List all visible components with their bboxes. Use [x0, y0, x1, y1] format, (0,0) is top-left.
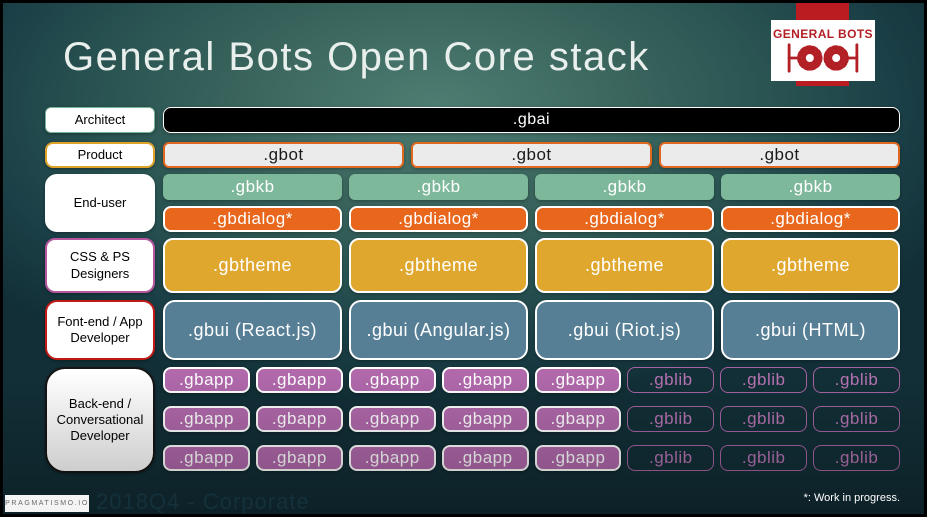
gbot-block: .gbot [411, 142, 652, 168]
gbdialog-row: .gbdialog* .gbdialog* .gbdialog* .gbdialog* [163, 206, 900, 232]
gbtheme-block: .gbtheme [721, 238, 900, 293]
logo-brand-text: GENERAL BOTS [773, 27, 873, 41]
gbapp-block: .gbapp [255, 445, 343, 471]
product-blocks: .gbot .gbot .gbot [163, 142, 900, 168]
row-architect: Architect .gbai [45, 107, 900, 133]
gblib-block: .gblib [813, 367, 900, 393]
gbui-block: .gbui (Angular.js) [349, 300, 528, 360]
gbapp-block: .gbapp [255, 367, 343, 393]
gbdialog-block: .gbdialog* [535, 206, 714, 232]
gbui-blocks: .gbui (React.js) .gbui (Angular.js) .gbui … [163, 300, 900, 360]
gbapp-block: .gbapp [255, 406, 343, 432]
row-label-designers: CSS & PS Designers [45, 238, 155, 293]
gears-icon [787, 43, 859, 73]
gbtheme-blocks: .gbtheme .gbtheme .gbtheme .gbtheme [163, 238, 900, 293]
gblib-block: .gblib [720, 406, 808, 432]
gbdialog-block: .gbdialog* [163, 206, 342, 232]
gbot-block: .gbot [659, 142, 900, 168]
gbkb-block: .gbkb [721, 174, 900, 200]
row-label-frontend: Font-end / App Developer [45, 300, 155, 360]
gblib-block: .gblib [627, 406, 715, 432]
gbui-block: .gbui (HTML) [721, 300, 900, 360]
gbtheme-block: .gbtheme [535, 238, 714, 293]
gbtheme-block: .gbtheme [349, 238, 528, 293]
gblib-block: .gblib [627, 367, 715, 393]
gbapp-block: .gbapp [534, 445, 622, 471]
gbkb-block: .gbkb [163, 174, 342, 200]
gbapp-block: .gbapp [534, 367, 622, 393]
gbapp-block: .gbapp [348, 406, 436, 432]
backend-blocks: .gbapp .gbapp .gbapp .gbapp .gbapp .gblib .gbl… [163, 367, 900, 473]
work-in-progress-note: *: Work in progress. [803, 492, 900, 504]
row-label-product: Product [45, 142, 155, 168]
gbapp-block: .gbapp [441, 367, 529, 393]
gblib-block: .gblib [627, 445, 715, 471]
row-label-enduser: End-user [45, 174, 155, 232]
gblib-block: .gblib [813, 445, 900, 471]
footer-caption: 2018Q4 - Corporate [96, 489, 310, 514]
gbkb-block: .gbkb [349, 174, 528, 200]
pragmatismo-logo: PRAGMATISMO.IO [5, 495, 89, 512]
general-bots-logo: GENERAL BOTS [771, 20, 875, 81]
page-title: General Bots Open Core stack [63, 35, 650, 79]
gbot-block: .gbot [163, 142, 404, 168]
enduser-blocks: .gbkb .gbkb .gbkb .gbkb .gbdialog* .gbdialog… [163, 174, 900, 232]
gblib-block: .gblib [813, 406, 900, 432]
gbdialog-block: .gbdialog* [721, 206, 900, 232]
gbapp-block: .gbapp [163, 445, 250, 471]
gbapp-block: .gbapp [441, 445, 529, 471]
row-label-backend: Back-end / Conversational Developer [45, 367, 155, 473]
row-frontend: Font-end / App Developer .gbui (React.js… [45, 300, 900, 360]
row-designers: CSS & PS Designers .gbtheme .gbtheme .gbth… [45, 238, 900, 293]
gbapp-block: .gbapp [441, 406, 529, 432]
gbapp-block: .gbapp [163, 367, 250, 393]
architect-blocks: .gbai [163, 107, 900, 133]
gbai-block: .gbai [163, 107, 900, 133]
gbkb-row: .gbkb .gbkb .gbkb .gbkb [163, 174, 900, 200]
gbtheme-block: .gbtheme [163, 238, 342, 293]
row-backend: Back-end / Conversational Developer .gba… [45, 367, 900, 473]
gblib-block: .gblib [720, 445, 808, 471]
gbapp-block: .gbapp [348, 445, 436, 471]
gbui-block: .gbui (React.js) [163, 300, 342, 360]
row-label-architect: Architect [45, 107, 155, 133]
gbapp-block: .gbapp [534, 406, 622, 432]
row-product: Product .gbot .gbot .gbot [45, 142, 900, 168]
row-enduser: End-user .gbkb .gbkb .gbkb .gbkb .gbdialog*… [45, 174, 900, 232]
gbapp-block: .gbapp [163, 406, 250, 432]
gbui-block: .gbui (Riot.js) [535, 300, 714, 360]
gbkb-block: .gbkb [535, 174, 714, 200]
gbapp-block: .gbapp [348, 367, 436, 393]
gblib-block: .gblib [720, 367, 808, 393]
gbdialog-block: .gbdialog* [349, 206, 528, 232]
slide: General Bots Open Core stack GENERAL BOT… [0, 0, 927, 517]
